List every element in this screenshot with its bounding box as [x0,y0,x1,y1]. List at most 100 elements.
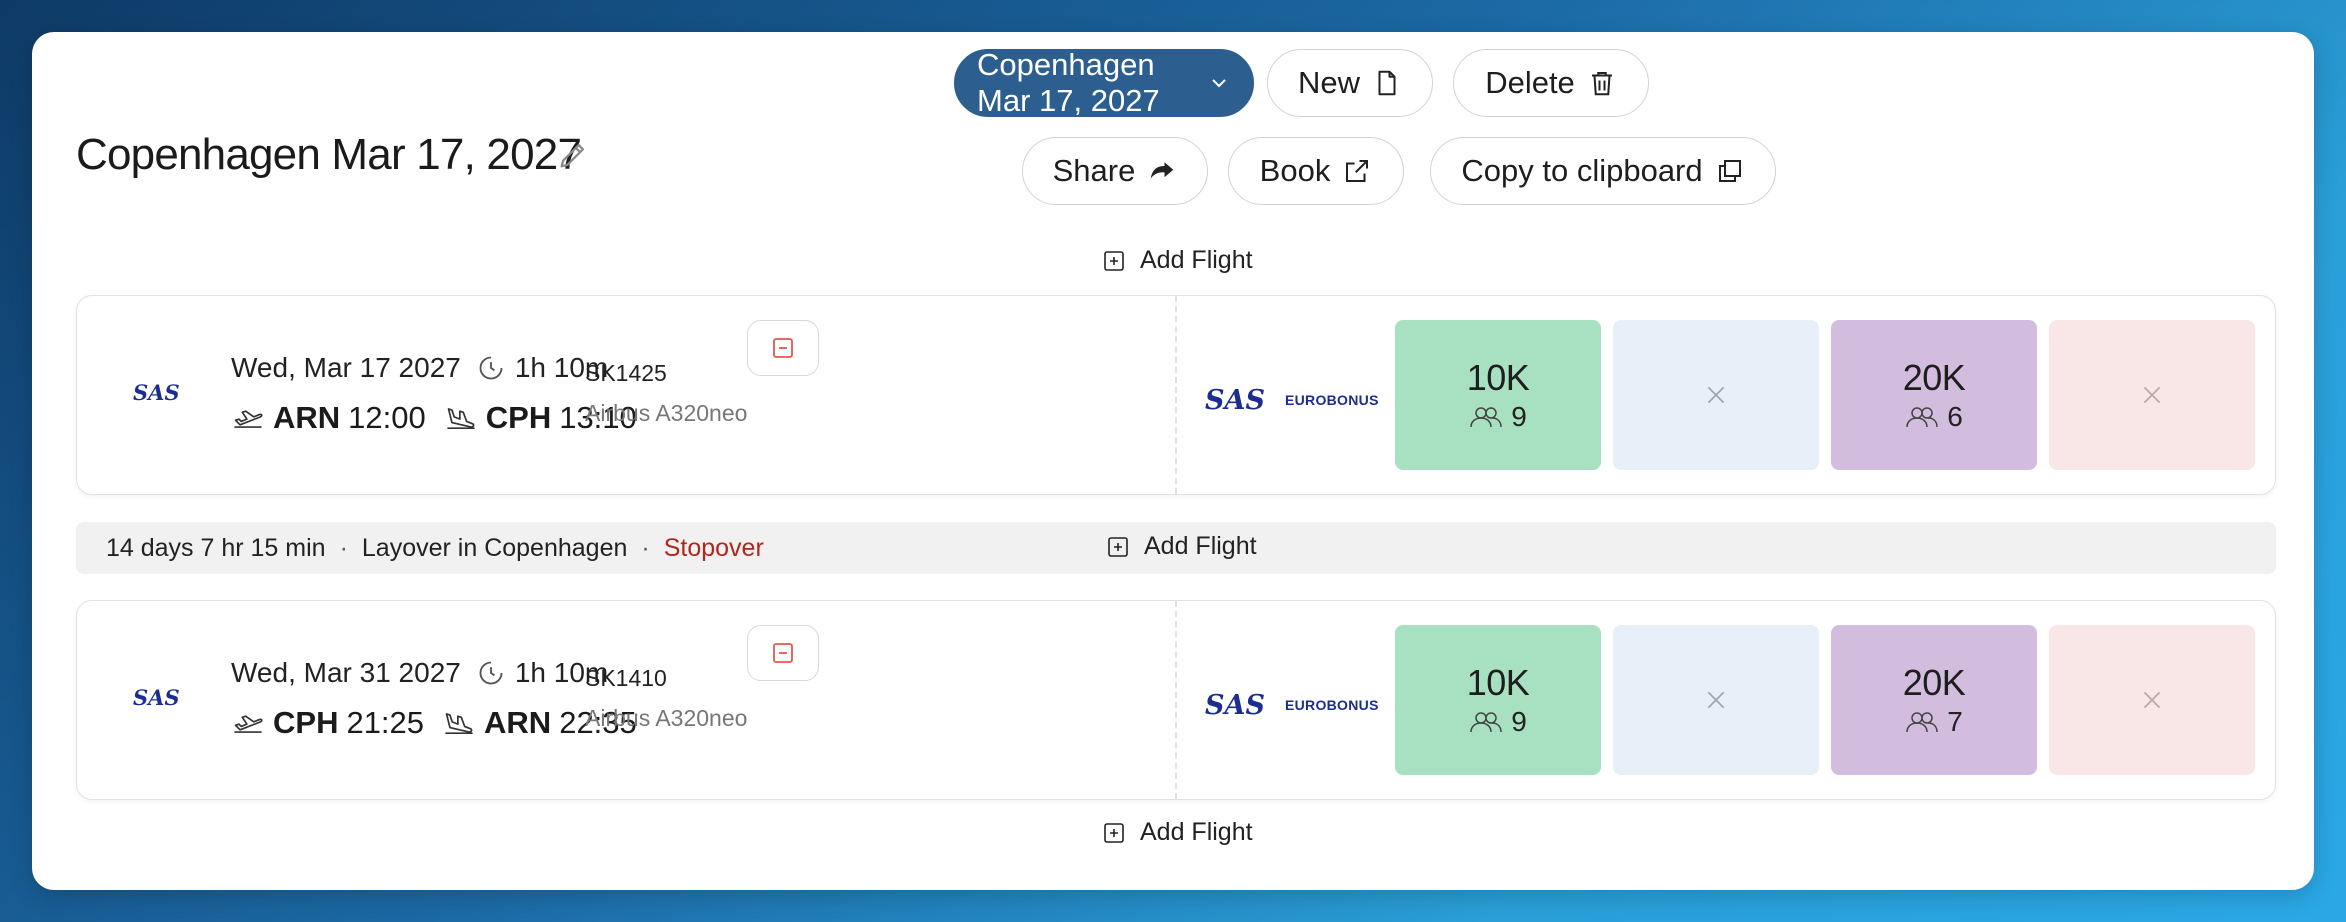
fare-seat-count: 9 [1511,706,1527,737]
x-icon [1707,386,1725,404]
fare-option-purple[interactable]: 20K 7 [1831,625,2037,775]
fare-option-unavailable [1613,625,1819,775]
people-icon [1470,407,1502,428]
fare-seat-count: 9 [1511,401,1527,432]
sas-logo-icon: SAS [1205,386,1265,414]
fare-seats: 9 [1469,401,1527,433]
plus-square-icon [1108,536,1128,557]
people-icon [1906,407,1938,428]
arrival-code: CPH [485,400,552,435]
card-divider [1175,296,1177,494]
chevron-down-icon [1212,79,1226,88]
fare-points: 10K [1466,662,1530,703]
fare-option-green[interactable]: 10K 9 [1395,625,1601,775]
share-button-label: Share [1052,153,1136,188]
flight-number: SK1410 [585,665,667,691]
clock-icon [479,356,503,380]
fare-seats: 6 [1905,401,1963,433]
landing-icon [445,713,473,735]
fare-seats: 9 [1469,706,1527,738]
add-flight-label: Add Flight [1140,818,1253,846]
x-icon [2143,386,2161,404]
sas-logo-icon: SAS [1205,691,1265,719]
fare-seat-count: 6 [1947,401,1963,432]
flight-date-row: Wed, Mar 31 2027 1h 10m [231,657,608,689]
book-button[interactable]: Book [1228,137,1404,205]
eurobonus-logo: SAS EUROBONUS [1205,384,1379,416]
fare-option-purple[interactable]: 20K 6 [1831,320,2037,470]
eurobonus-logo: SAS EUROBONUS [1205,689,1379,721]
flight-date: Wed, Mar 31 2027 [231,657,461,688]
minus-square-icon [773,643,793,663]
trip-card: Copenhagen Mar 17, 2027 Copenhagen Mar 1… [32,32,2314,890]
fare-points: 20K [1902,357,1966,398]
delete-button-label: Delete [1485,65,1575,100]
flight-date: Wed, Mar 17 2027 [231,352,461,383]
departure-time: 21:25 [346,705,425,740]
fare-option-unavailable [1613,320,1819,470]
fare-option-green[interactable]: 10K 9 [1395,320,1601,470]
svg-text:SAS: SAS [1205,386,1265,414]
aircraft-type: Airbus A320neo [585,400,748,426]
plus-square-icon [1104,822,1124,843]
add-flight-button-middle[interactable]: Add Flight [1106,532,1257,561]
sas-logo-icon: SAS [133,382,180,404]
svg-text:SAS: SAS [133,382,180,404]
stopover-label: Stopover [663,533,764,562]
book-button-label: Book [1259,153,1331,188]
page-title: Copenhagen Mar 17, 2027 [76,130,582,179]
svg-text:SAS: SAS [1205,691,1265,719]
trip-select-label: Copenhagen Mar 17, 2027 [977,47,1160,118]
fare-option-unavailable [2049,320,2255,470]
people-icon [1906,712,1938,733]
new-button-label: New [1297,65,1360,100]
remove-flight-button[interactable] [747,320,819,376]
minus-square-icon [773,338,793,358]
arrival-code: ARN [484,705,552,740]
layover-duration: 14 days 7 hr 15 min [106,533,326,562]
flight-card: SAS Wed, Mar 17 2027 1h 10m ARN 12:00 CP… [76,295,2276,495]
share-button[interactable]: Share [1022,137,1208,205]
file-icon [1378,70,1396,96]
trip-select-dropdown[interactable]: Copenhagen Mar 17, 2027 [954,47,1254,118]
new-button[interactable]: New [1267,49,1433,117]
trash-icon [1591,72,1612,96]
fare-points: 10K [1466,357,1530,398]
departure-time: 12:00 [348,400,426,435]
fare-option-unavailable [2049,625,2255,775]
card-divider [1175,601,1177,799]
x-icon [1707,691,1725,709]
add-flight-label: Add Flight [1144,532,1257,560]
remove-flight-button[interactable] [747,625,819,681]
copy-button-label: Copy to clipboard [1461,153,1703,188]
departure-code: CPH [273,705,339,740]
flight-number: SK1425 [585,360,667,386]
eurobonus-wordmark: EUROBONUS [1285,392,1379,408]
departure-code: ARN [273,400,341,435]
x-icon [2143,691,2161,709]
sas-logo-icon: SAS [133,687,180,709]
copy-to-clipboard-button[interactable]: Copy to clipboard [1430,137,1776,205]
share-arrow-icon [1151,162,1174,179]
flight-card: SAS Wed, Mar 31 2027 1h 10m CPH 21:25 AR… [76,600,2276,800]
svg-text:SAS: SAS [133,687,180,709]
landing-icon [447,408,475,430]
pencil-icon[interactable] [556,138,590,172]
flight-date-row: Wed, Mar 17 2027 1h 10m [231,352,608,384]
clock-icon [479,661,503,685]
add-flight-button-bottom[interactable]: Add Flight [1102,818,1253,847]
copy-icon [1718,160,1741,182]
external-link-icon [1346,160,1369,182]
fare-seat-count: 7 [1947,706,1963,737]
add-flight-button-top[interactable]: Add Flight [1102,246,1253,275]
fare-points: 20K [1902,662,1966,703]
takeoff-icon [234,715,263,733]
layover-location: Layover in Copenhagen [361,533,628,562]
eurobonus-wordmark: EUROBONUS [1285,697,1379,713]
fare-seats: 7 [1905,706,1963,738]
people-icon [1470,712,1502,733]
aircraft-type: Airbus A320neo [585,705,748,731]
takeoff-icon [234,410,263,428]
delete-button[interactable]: Delete [1453,49,1649,117]
add-flight-label: Add Flight [1140,246,1253,274]
